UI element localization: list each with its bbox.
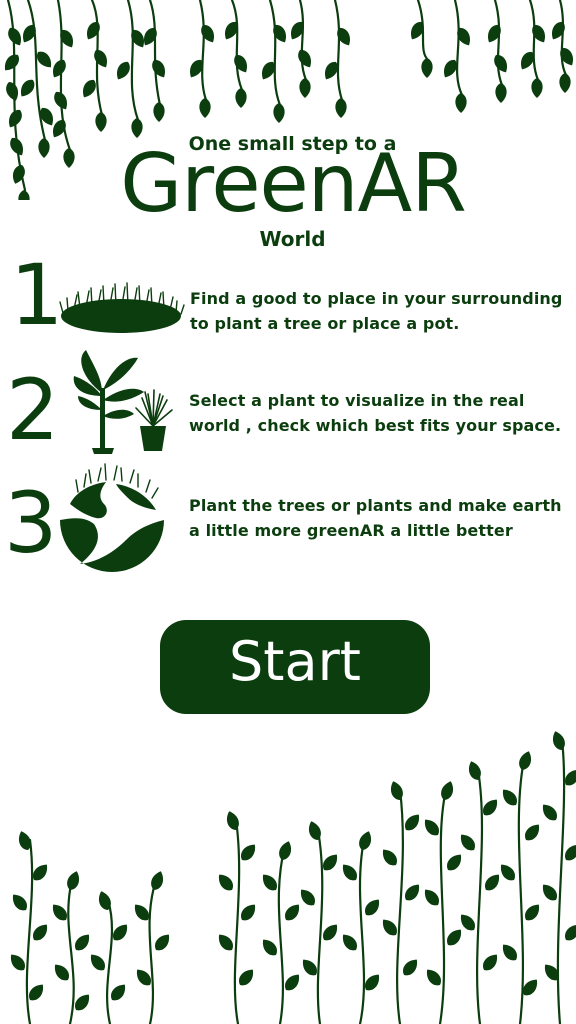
start-button[interactable]: Start <box>160 620 430 714</box>
step-2-text: Select a plant to visualize in the real … <box>189 391 562 435</box>
climbing-vines-decoration <box>6 730 576 1024</box>
potted-plants-icon <box>73 350 173 454</box>
step-1-number: 1 <box>10 246 64 344</box>
welcome-screen: One small step to a GreenAR World 1 Find… <box>0 0 576 1024</box>
step-3-number: 3 <box>4 474 58 572</box>
step-3-text: Plant the trees or plants and make earth… <box>189 496 562 540</box>
grass-patch-icon <box>59 282 185 333</box>
green-earth-icon <box>60 463 164 572</box>
step-2-number: 2 <box>6 361 60 459</box>
tagline-bottom: World <box>259 227 326 251</box>
app-title: GreenAR <box>120 137 467 230</box>
step-1-text: Find a good to place in your surrounding… <box>190 289 563 333</box>
